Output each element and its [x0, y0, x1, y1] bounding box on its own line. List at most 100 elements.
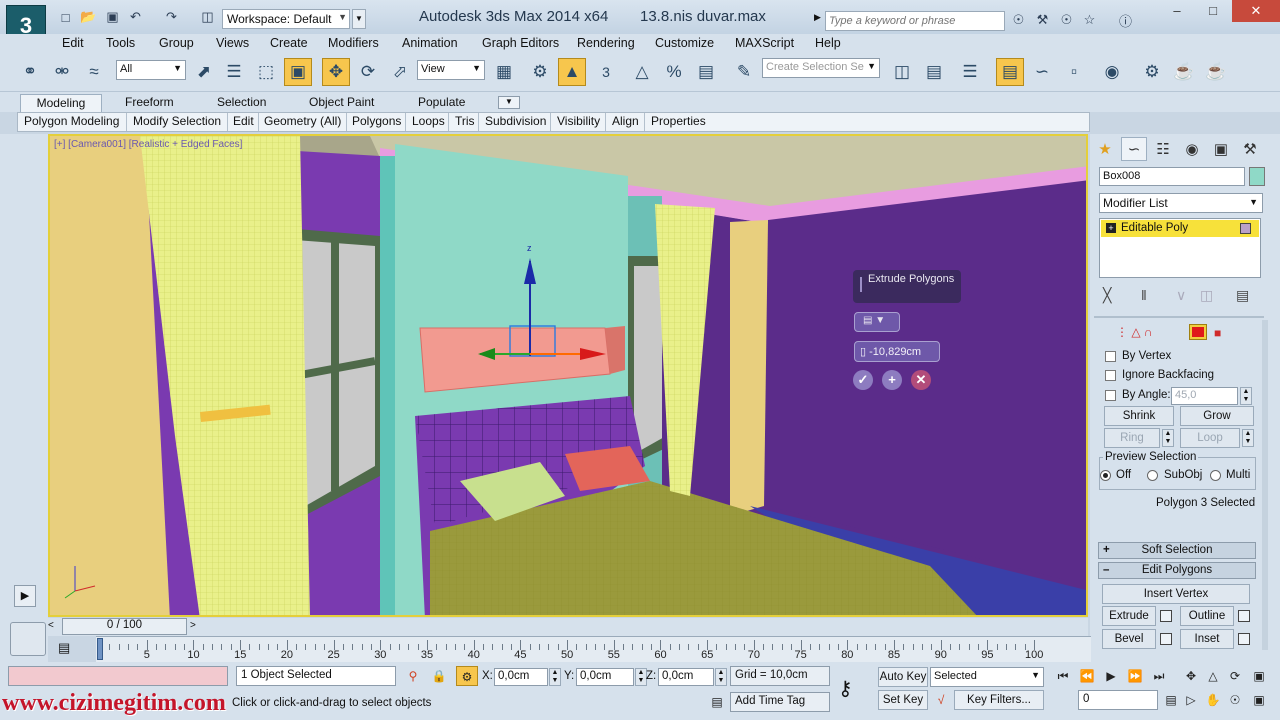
go-to-end-icon[interactable]: ⏭: [1148, 666, 1170, 686]
by-vertex-checkbox[interactable]: [1105, 351, 1116, 362]
workspace-dropdown[interactable]: Workspace: Default ▼: [222, 9, 350, 29]
modify-tab-icon[interactable]: ∽: [1121, 137, 1147, 161]
time-tag-icon[interactable]: ▤: [706, 692, 728, 712]
default-tangent-icon[interactable]: √: [930, 690, 952, 710]
preview-off-radio[interactable]: [1100, 470, 1111, 481]
panel-geometry-all[interactable]: Geometry (All): [264, 114, 341, 128]
mirror-icon[interactable]: ◫: [888, 58, 916, 86]
align-icon[interactable]: ▤: [920, 58, 948, 86]
inset-button[interactable]: Inset: [1180, 629, 1234, 649]
time-next-icon[interactable]: >: [190, 620, 202, 634]
panel-polygon-modeling[interactable]: Polygon Modeling: [24, 114, 119, 128]
menu-help[interactable]: Help: [815, 36, 841, 50]
unlink-icon[interactable]: ⚮: [48, 58, 76, 86]
undo-icon[interactable]: ↶: [127, 9, 144, 25]
isolate-selection-icon[interactable]: ⚲: [402, 666, 424, 686]
menu-modifiers[interactable]: Modifiers: [328, 36, 379, 50]
rendered-frame-window-icon[interactable]: ☕: [1170, 58, 1198, 86]
select-and-link-icon[interactable]: ⚭: [16, 58, 44, 86]
grow-button[interactable]: Grow: [1180, 406, 1254, 426]
inset-settings-icon[interactable]: [1238, 633, 1250, 645]
by-angle-field[interactable]: 45,0: [1171, 387, 1238, 405]
maxscript-listener[interactable]: [8, 666, 228, 686]
make-unique-icon[interactable]: ∨: [1176, 287, 1186, 304]
select-manipulate-icon[interactable]: ⚙: [526, 58, 554, 86]
remove-modifier-icon[interactable]: ◫: [1200, 287, 1213, 304]
select-and-rotate-icon[interactable]: ⟳: [354, 58, 382, 86]
menu-animation[interactable]: Animation: [402, 36, 458, 50]
panel-polygons[interactable]: Polygons: [352, 114, 401, 128]
schematic-view-icon[interactable]: ▫: [1060, 58, 1088, 86]
caddy-cancel-button[interactable]: ✕: [911, 370, 931, 390]
named-selection-sets-dropdown[interactable]: Create Selection Se ▼: [762, 58, 880, 78]
viewport-label[interactable]: [+] [Camera001] [Realistic + Edged Faces…: [54, 139, 242, 150]
shrink-button[interactable]: Shrink: [1104, 406, 1174, 426]
material-editor-icon[interactable]: ◉: [1098, 58, 1126, 86]
search-expand-icon[interactable]: ▶: [814, 12, 824, 30]
extrude-button[interactable]: Extrude: [1102, 606, 1156, 626]
menu-create[interactable]: Create: [270, 36, 308, 50]
absolute-mode-icon[interactable]: ⚙: [456, 666, 478, 686]
tab-populate[interactable]: Populate: [418, 95, 465, 109]
caddy-apply-button[interactable]: +: [882, 370, 902, 390]
utilities-tab-icon[interactable]: ⚒: [1237, 137, 1263, 161]
create-tab-icon[interactable]: ★: [1092, 137, 1118, 161]
zoom-all-icon[interactable]: △: [1202, 666, 1224, 686]
maximize-button[interactable]: □: [1196, 0, 1230, 22]
select-and-move-icon[interactable]: ✥: [322, 58, 350, 86]
preview-multi-radio[interactable]: [1210, 470, 1221, 481]
menu-maxscript[interactable]: MAXScript: [735, 36, 794, 50]
open-file-icon[interactable]: 📂: [80, 9, 97, 25]
set-key-button[interactable]: Set Key: [878, 690, 928, 710]
keyboard-shortcut-toggle-icon[interactable]: ▲: [558, 58, 586, 86]
motion-tab-icon[interactable]: ◉: [1179, 137, 1205, 161]
by-angle-spinner[interactable]: ▲ ▼: [1240, 387, 1252, 405]
next-frame-icon[interactable]: ⏩: [1124, 666, 1146, 686]
menu-tools[interactable]: Tools: [106, 36, 135, 50]
walk-through-icon[interactable]: ☉: [1224, 690, 1246, 710]
spinner-snap-icon[interactable]: ▤: [692, 58, 720, 86]
previous-frame-icon[interactable]: ⏪: [1076, 666, 1098, 686]
outline-button[interactable]: Outline: [1180, 606, 1234, 626]
bind-space-warp-icon[interactable]: ≈: [80, 58, 108, 86]
snaps-toggle-icon[interactable]: 3: [592, 58, 620, 86]
minimize-button[interactable]: –: [1160, 0, 1194, 22]
project-folder-icon[interactable]: ◫: [199, 9, 216, 25]
panel-visibility[interactable]: Visibility: [557, 114, 600, 128]
hierarchy-tab-icon[interactable]: ☷: [1150, 137, 1176, 161]
tab-object-paint[interactable]: Object Paint: [309, 95, 374, 109]
edit-named-selection-icon[interactable]: ✎: [730, 58, 758, 86]
z-coordinate-field[interactable]: 0,0cm: [658, 668, 714, 686]
bevel-button[interactable]: Bevel: [1102, 629, 1156, 649]
time-slider-thumb[interactable]: 0 / 100: [62, 618, 187, 635]
key-mode-dropdown[interactable]: Selected ▼: [930, 667, 1044, 687]
insert-vertex-button[interactable]: Insert Vertex: [1102, 584, 1250, 604]
go-to-start-icon[interactable]: ⏮: [1052, 666, 1074, 686]
command-panel-scrollbar[interactable]: [1262, 320, 1268, 650]
expand-icon[interactable]: +: [1106, 223, 1116, 233]
modifier-list-dropdown[interactable]: Modifier List ▼: [1099, 193, 1263, 213]
pivot-center-icon[interactable]: ▦: [490, 58, 518, 86]
time-cursor[interactable]: [97, 638, 103, 660]
panel-tris[interactable]: Tris: [455, 114, 475, 128]
ribbon-options-dropdown[interactable]: ▼: [498, 96, 520, 109]
selection-filter-dropdown[interactable]: All ▼: [116, 60, 186, 80]
extrude-settings-icon[interactable]: [1160, 610, 1172, 622]
extrude-height-field[interactable]: ▯ -10,829cm: [854, 341, 940, 362]
z-spinner[interactable]: ▲ ▼: [715, 668, 727, 686]
field-of-view-icon[interactable]: ▷: [1180, 690, 1202, 710]
render-setup-icon[interactable]: ⚙: [1138, 58, 1166, 86]
x-spinner[interactable]: ▲ ▼: [549, 668, 561, 686]
save-icon[interactable]: ▣: [104, 9, 121, 25]
render-production-icon[interactable]: ☕: [1202, 58, 1230, 86]
maximize-viewport-icon[interactable]: ▣: [1248, 666, 1270, 686]
menu-rendering[interactable]: Rendering: [577, 36, 635, 50]
curve-editor-icon[interactable]: ∽: [1028, 58, 1056, 86]
toggle-ribbon-icon[interactable]: ▤: [996, 58, 1024, 86]
search-input[interactable]: [829, 15, 1001, 27]
menu-graph-editors[interactable]: Graph Editors: [482, 36, 559, 50]
panel-edit[interactable]: Edit: [233, 114, 254, 128]
play-icon[interactable]: ▶: [1100, 666, 1122, 686]
help-icon[interactable]: ⓘ: [1117, 12, 1134, 29]
loop-spinner[interactable]: ▲ ▼: [1242, 429, 1254, 447]
